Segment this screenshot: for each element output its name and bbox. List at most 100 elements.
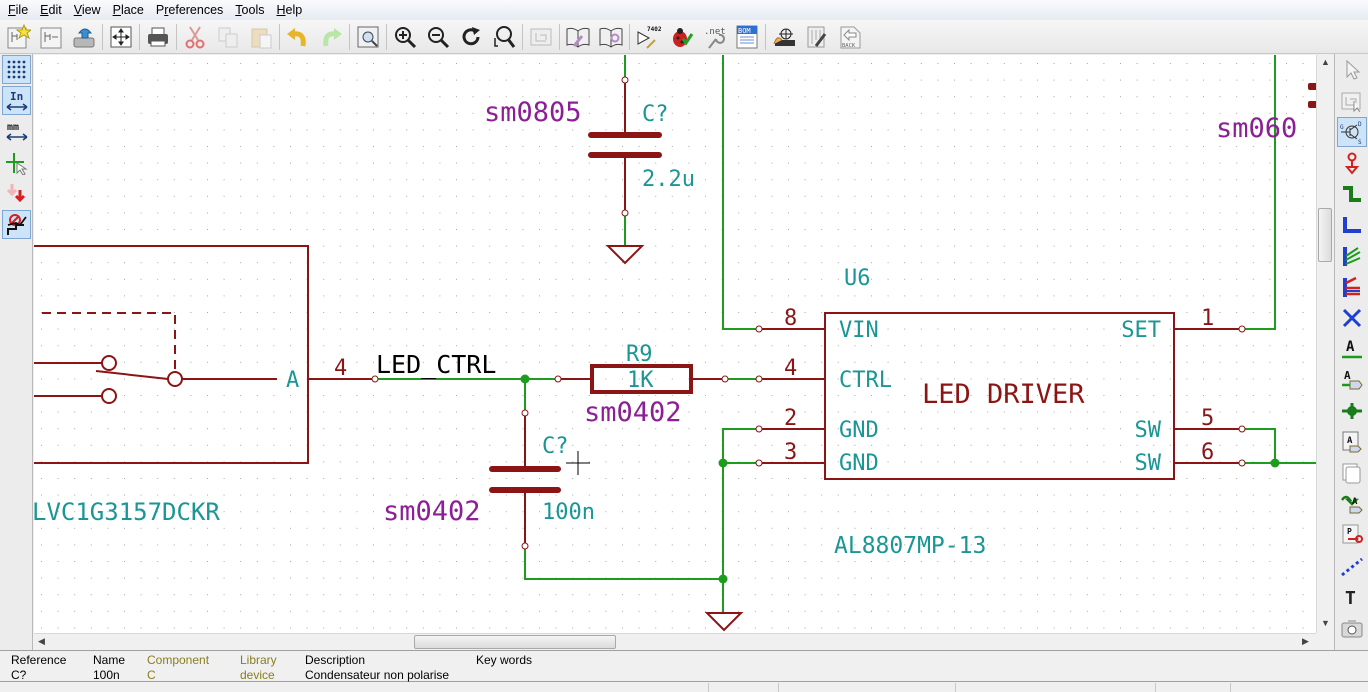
- copy-button[interactable]: [213, 22, 243, 52]
- place-component-button[interactable]: G D S: [1337, 117, 1367, 147]
- menu-tools[interactable]: Tools: [229, 0, 270, 20]
- find-button[interactable]: [353, 22, 383, 52]
- wire[interactable]: [1242, 428, 1276, 463]
- menu-place[interactable]: Place: [107, 0, 150, 20]
- place-power-button[interactable]: [1337, 148, 1367, 178]
- junction[interactable]: [718, 458, 728, 468]
- bus-wire-orientation-button[interactable]: [2, 210, 31, 239]
- new-schematic-button[interactable]: [3, 22, 33, 52]
- run-pcbnew-button[interactable]: [802, 22, 832, 52]
- place-wire-button[interactable]: [1337, 179, 1367, 209]
- junction[interactable]: [520, 374, 530, 384]
- vertical-scroll-thumb[interactable]: [1318, 208, 1332, 262]
- scroll-left-arrow[interactable]: ◀: [38, 636, 45, 647]
- pin-name: GND: [839, 451, 879, 476]
- scroll-right-arrow[interactable]: ▶: [1302, 636, 1309, 647]
- cursor-shape-button[interactable]: [2, 148, 31, 177]
- info-reference: Reference C?: [11, 653, 67, 682]
- gnd-symbol[interactable]: [605, 245, 645, 265]
- schematic-canvas[interactable]: sm0805 C? 2.2u A 4 LVC1G3157DCKR LED_CTR…: [34, 55, 1316, 633]
- erc-button[interactable]: [666, 22, 696, 52]
- net-label-button[interactable]: A: [1337, 334, 1367, 364]
- gnd-symbol[interactable]: [704, 612, 744, 632]
- partial-component-right[interactable]: sm060: [1216, 83, 1316, 144]
- zoom-in-icon: [395, 26, 417, 48]
- analog-switch-ic[interactable]: A 4 LVC1G3157DCKR: [34, 245, 379, 526]
- menu-preferences[interactable]: Preferences: [150, 0, 229, 20]
- save-button[interactable]: [69, 22, 99, 52]
- wire[interactable]: [722, 428, 759, 579]
- c-mid-value: 100n: [542, 500, 595, 525]
- net-label-led-ctrl[interactable]: LED_CTRL: [376, 350, 496, 379]
- print-icon: [148, 27, 168, 46]
- place-bus-button[interactable]: [1337, 210, 1367, 240]
- redo-button[interactable]: [316, 22, 346, 52]
- graphic-text-button[interactable]: T: [1337, 582, 1367, 612]
- place-image-button[interactable]: [1337, 613, 1367, 643]
- switch-ic-value: LVC1G3157DCKR: [34, 498, 220, 526]
- run-cvpcb-button[interactable]: [769, 22, 799, 52]
- menu-file[interactable]: File: [2, 0, 34, 20]
- junction-button[interactable]: [1337, 396, 1367, 426]
- hierarchy-navigator-button[interactable]: [526, 22, 556, 52]
- pcbnew-icon: [807, 26, 827, 47]
- undo-button[interactable]: [283, 22, 313, 52]
- bus-to-bus-entry-button[interactable]: [1337, 272, 1367, 302]
- global-label-button[interactable]: A: [1337, 365, 1367, 395]
- hierarchical-pin-button[interactable]: P: [1337, 520, 1367, 550]
- wire[interactable]: [1242, 55, 1276, 330]
- bom-button[interactable]: BOM: [732, 22, 762, 52]
- hierarchical-sheet-button[interactable]: [1337, 458, 1367, 488]
- redraw-icon: [462, 26, 480, 45]
- ladybug-erc-icon: [673, 27, 694, 47]
- hidden-pins-button[interactable]: [2, 179, 31, 208]
- units-inches-button[interactable]: In: [2, 86, 31, 115]
- hierarchy-push-button[interactable]: [1337, 86, 1367, 116]
- horizontal-scroll-thumb[interactable]: [414, 635, 616, 649]
- vertical-scrollbar[interactable]: ▲ ▼: [1316, 55, 1333, 633]
- library-browser-button[interactable]: [596, 22, 626, 52]
- annotate-button[interactable]: 7402: [633, 22, 663, 52]
- back-button[interactable]: BACK: [835, 22, 865, 52]
- component-info-panel: Reference C? Name 100n Component C Library d…: [0, 650, 1368, 682]
- toolbar-separator: [176, 23, 177, 50]
- print-button[interactable]: [143, 22, 173, 52]
- page-settings-button[interactable]: [106, 22, 136, 52]
- wire[interactable]: [524, 546, 723, 580]
- junction[interactable]: [1270, 458, 1280, 468]
- ic-u6-led-driver[interactable]: U6 LED DRIVER AL8807MP-13 8 4 2 3 VIN CT…: [755, 266, 1246, 559]
- cut-button[interactable]: [180, 22, 210, 52]
- zoom-in-button[interactable]: [390, 22, 420, 52]
- r9-reference: R9: [626, 342, 653, 367]
- resistor-r9[interactable]: R9 1K sm0402: [554, 342, 729, 428]
- menu-help[interactable]: Help: [270, 0, 308, 20]
- horizontal-scrollbar[interactable]: ◀ ▶: [34, 633, 1316, 650]
- no-connect-button[interactable]: [1337, 303, 1367, 333]
- netlist-button[interactable]: .net: [699, 22, 729, 52]
- capacitor-c-mid[interactable]: C? 100n sm0402: [383, 409, 595, 550]
- scroll-up-arrow[interactable]: ▲: [1321, 57, 1330, 67]
- units-mm-button[interactable]: mm: [2, 117, 31, 146]
- zoom-fit-button[interactable]: [489, 22, 519, 52]
- junction[interactable]: [718, 574, 728, 584]
- library-editor-button[interactable]: [563, 22, 593, 52]
- select-tool-button[interactable]: [1337, 55, 1367, 85]
- hierarchical-label-button[interactable]: A: [1337, 427, 1367, 457]
- wire-to-bus-entry-button[interactable]: [1337, 241, 1367, 271]
- zoom-out-button[interactable]: [423, 22, 453, 52]
- graphic-line-button[interactable]: [1337, 551, 1367, 581]
- toolbar-separator: [559, 23, 560, 50]
- toolbar-separator: [102, 23, 103, 50]
- annotate-badge: 7402: [647, 26, 661, 33]
- paste-button[interactable]: [246, 22, 276, 52]
- scroll-down-arrow[interactable]: ▼: [1321, 618, 1330, 628]
- new-sheet-button[interactable]: [36, 22, 66, 52]
- menu-view[interactable]: View: [68, 0, 107, 20]
- units-mm-icon: mm: [6, 122, 27, 141]
- import-hierarchical-label-button[interactable]: A: [1337, 489, 1367, 519]
- status-abs-coords: [778, 683, 955, 692]
- redraw-button[interactable]: [456, 22, 486, 52]
- menu-edit[interactable]: Edit: [34, 0, 68, 20]
- wire[interactable]: [722, 55, 759, 330]
- grid-toggle-button[interactable]: [2, 55, 31, 84]
